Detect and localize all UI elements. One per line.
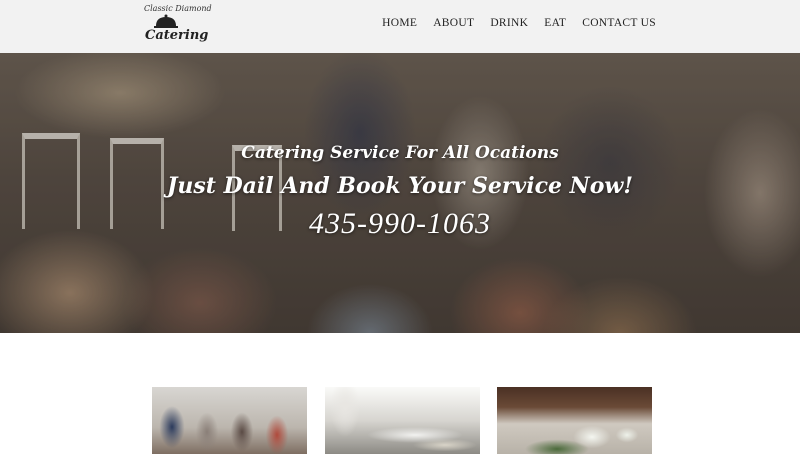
thumbnail-people-event[interactable] [152,387,307,454]
main-nav: HOME ABOUT DRINK EAT CONTACT US [382,17,656,29]
nav-contact-us[interactable]: CONTACT US [582,17,656,29]
hero-phone-number[interactable]: 435-990-1063 [0,207,800,241]
nav-about[interactable]: ABOUT [433,17,474,29]
cloche-icon [154,14,178,28]
thumbnail-venue[interactable] [497,387,652,454]
nav-home[interactable]: HOME [382,17,417,29]
hero-subtitle: Catering Service For All Ocations [241,143,559,163]
hero-title: Just Dail And Book Your Service Now! [166,173,634,199]
logo-brand: Catering [145,28,209,43]
logo-tagline: Classic Diamond [144,4,212,13]
site-header: Classic Diamond Catering HOME ABOUT DRIN… [0,0,800,53]
thumbnail-buffet[interactable] [325,387,480,454]
hero-banner: Catering Service For All Ocations Just D… [0,53,800,333]
nav-drink[interactable]: DRINK [490,17,528,29]
logo[interactable]: Classic Diamond Catering [138,2,212,48]
nav-eat[interactable]: EAT [544,17,566,29]
